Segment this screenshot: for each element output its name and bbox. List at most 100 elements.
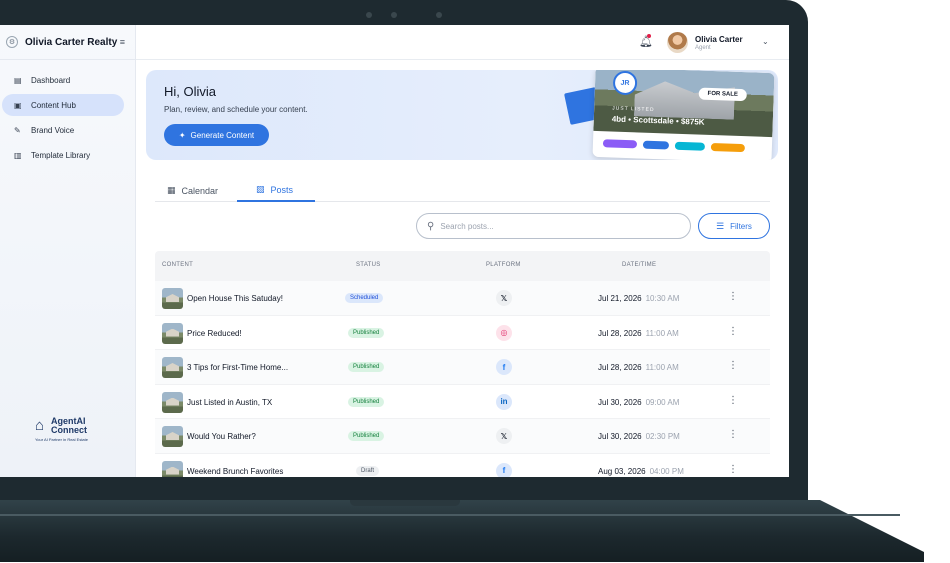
- notification-dot: [647, 34, 651, 38]
- post-time: 10:30 AM: [645, 294, 680, 303]
- generate-content-label: Generate Content: [190, 130, 255, 140]
- preview-chip: [710, 142, 746, 153]
- brand-voice-icon: ✎: [14, 125, 21, 135]
- post-date: Jul 21, 2026: [598, 294, 642, 303]
- status-badge: Published: [348, 362, 385, 372]
- post-time: 09:00 AM: [645, 397, 680, 407]
- logo-house-icon: ⌂: [35, 417, 45, 434]
- more-options-icon[interactable]: ⋮: [728, 326, 738, 337]
- camera-lens: [391, 12, 397, 18]
- more-options-icon[interactable]: ⋮: [728, 395, 738, 406]
- filter-icon: ☰: [716, 220, 725, 231]
- post-title: Price Reduced!: [187, 328, 242, 338]
- facebook-icon: f: [496, 359, 512, 375]
- search-box[interactable]: ⚲: [416, 213, 691, 239]
- post-thumbnail: [162, 460, 183, 477]
- table-row[interactable]: 3 Tips for First-Time Home... Published f J…: [155, 350, 770, 385]
- post-title: Open House This Satuday!: [187, 294, 283, 303]
- post-date: Jul 28, 2026: [598, 363, 642, 372]
- tab-posts[interactable]: ▧ Posts: [237, 179, 315, 202]
- table-header: CONTENT STATUS PLATFORM DATE/TIME: [155, 251, 770, 281]
- more-options-icon[interactable]: ⋮: [728, 429, 738, 440]
- post-time: 02:30 PM: [645, 432, 680, 441]
- table-row[interactable]: Just Listed in Austin, TX Published in Jul …: [155, 385, 770, 419]
- more-options-icon[interactable]: ⋮: [728, 291, 738, 302]
- filters-label: Filters: [730, 221, 752, 231]
- more-options-icon[interactable]: ⋮: [728, 360, 738, 371]
- post-date: Jul 30, 2026: [598, 432, 642, 441]
- sidebar-nav: ▤ Dashboard ▣ Content Hub ✎ Brand Voice …: [0, 60, 135, 166]
- status-badge: Published: [348, 396, 385, 407]
- sidebar-item-label: Content Hub: [31, 100, 76, 110]
- search-input[interactable]: [440, 221, 661, 231]
- post-title: Just Listed in Austin, TX: [187, 397, 273, 407]
- post-time: 11:00 AM: [645, 363, 679, 372]
- camera-light: [436, 12, 442, 18]
- post-thumbnail: [162, 322, 183, 344]
- status-badge: Published: [348, 431, 385, 441]
- sidebar-item-brand-voice[interactable]: ✎ Brand Voice: [2, 119, 124, 141]
- post-date: Aug 03, 2026: [598, 466, 646, 476]
- greeting-subtitle: Plan, review, and schedule your content.: [164, 105, 308, 114]
- linkedin-icon: in: [496, 393, 512, 410]
- preview-chip: [642, 140, 670, 150]
- sidebar-item-label: Brand Voice: [31, 125, 75, 135]
- post-datetime: Jul 30, 2026 09:00 AM: [598, 398, 679, 407]
- post-time: 04:00 PM: [649, 466, 684, 476]
- posts-icon: ▧: [256, 184, 265, 194]
- table-row[interactable]: Open House This Satuday! Scheduled 𝕏 Jul 21…: [155, 281, 770, 316]
- column-datetime: DATE/TIME: [622, 262, 657, 268]
- template-library-icon: ▥: [14, 150, 22, 160]
- instagram-icon: ◎: [496, 324, 512, 341]
- generate-content-button[interactable]: ✦ Generate Content: [164, 124, 269, 146]
- search-icon: ⚲: [427, 220, 435, 232]
- laptop-base: [0, 500, 924, 562]
- welcome-banner: Hi, Olivia Plan, review, and schedule yo…: [146, 70, 778, 160]
- calendar-icon: ▦: [167, 185, 176, 195]
- sidebar-item-label: Dashboard: [31, 75, 71, 85]
- dashboard-icon: ▤: [14, 75, 22, 85]
- content-tabs: ▦ Calendar ▧ Posts: [155, 179, 770, 202]
- tab-label: Posts: [270, 184, 294, 195]
- more-options-icon[interactable]: ⋮: [728, 464, 738, 475]
- x-icon: 𝕏: [496, 290, 512, 306]
- tab-calendar[interactable]: ▦ Calendar: [167, 179, 218, 202]
- x-icon: 𝕏: [496, 428, 512, 444]
- chevron-down-icon[interactable]: ⌄: [762, 37, 769, 46]
- bell-icon[interactable]: 🔔︎: [639, 35, 653, 48]
- preview-chip: [602, 139, 638, 149]
- sidebar-item-dashboard[interactable]: ▤ Dashboard: [2, 69, 124, 91]
- sidebar-item-template-library[interactable]: ▥ Template Library: [2, 144, 124, 166]
- preview-chip: [674, 141, 706, 151]
- sparkle-icon: ✦: [178, 130, 186, 140]
- post-datetime: Jul 28, 2026 11:00 AM: [598, 363, 679, 372]
- camera-sensor: [366, 12, 372, 18]
- sidebar-toggle-icon[interactable]: ≡: [120, 37, 125, 47]
- greeting-title: Hi, Olivia: [164, 84, 217, 99]
- post-datetime: Jul 30, 2026 02:30 PM: [598, 432, 680, 441]
- column-content: CONTENT: [162, 262, 194, 268]
- sidebar-item-content-hub[interactable]: ▣ Content Hub: [2, 94, 124, 116]
- brand-icon: ⚙: [6, 36, 18, 48]
- logo-text: AgentAI Connect: [51, 416, 87, 435]
- brand-header: ⚙ Olivia Carter Realty ≡: [0, 25, 135, 60]
- topbar: 🔔︎ Olivia Carter Agent ⌄: [136, 25, 789, 60]
- post-date: Jul 30, 2026: [598, 397, 642, 407]
- status-badge: Scheduled: [345, 293, 384, 303]
- post-title: Would You Rather?: [187, 432, 256, 441]
- app-screen: ⚙ Olivia Carter Realty ≡ ▤ Dashboard ▣ C…: [0, 25, 789, 477]
- table-row[interactable]: Weekend Brunch Favorites Draft f Aug 03, 20…: [155, 454, 770, 477]
- post-title: Weekend Brunch Favorites: [187, 466, 284, 476]
- table-row[interactable]: Price Reduced! Published ◎ Jul 28, 2026 11:0…: [155, 316, 770, 350]
- filters-button[interactable]: ☰ Filters: [698, 213, 770, 239]
- post-thumbnail: [162, 426, 183, 447]
- table-row[interactable]: Would You Rather? Published 𝕏 Jul 30, 2026 0…: [155, 419, 770, 454]
- post-date: Jul 28, 2026: [598, 328, 642, 338]
- user-name: Olivia Carter: [695, 35, 743, 44]
- status-badge: Draft: [356, 465, 380, 476]
- avatar[interactable]: [667, 32, 688, 53]
- brand-name: Olivia Carter Realty: [25, 36, 118, 48]
- post-thumbnail: [162, 288, 183, 309]
- content-hub-icon: ▣: [14, 100, 22, 110]
- post-time: 11:00 AM: [645, 328, 679, 338]
